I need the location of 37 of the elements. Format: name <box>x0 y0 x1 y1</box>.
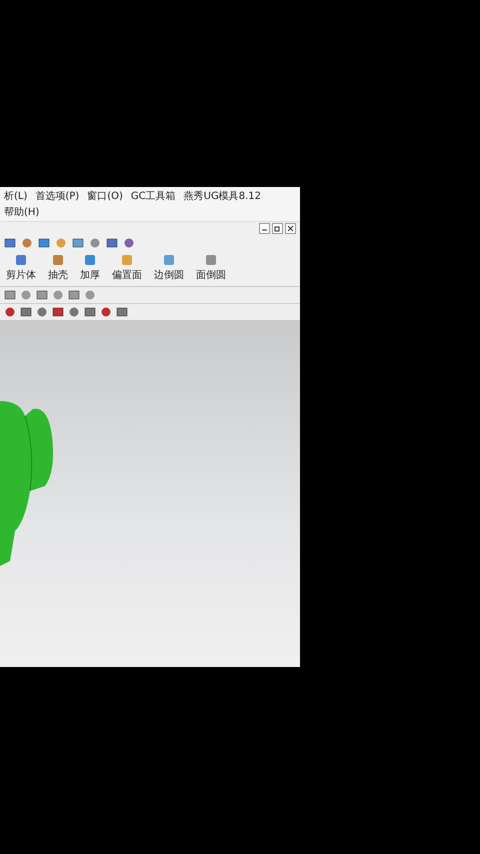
menu-item[interactable]: 首选项(P) <box>35 189 80 203</box>
toolbar-icon[interactable] <box>100 306 112 318</box>
menu-item[interactable]: GC工具箱 <box>130 189 176 203</box>
ribbon-tool-icon <box>51 253 65 267</box>
toolbar-icon[interactable] <box>36 289 48 301</box>
toolbar-icon[interactable] <box>4 289 16 301</box>
ribbon-button[interactable]: 加厚 <box>78 253 102 282</box>
close-icon[interactable] <box>285 223 296 234</box>
ribbon-tool-icon <box>120 253 134 267</box>
menu-item[interactable]: 帮助(H) <box>4 205 40 219</box>
toolbar-icon[interactable] <box>38 237 50 249</box>
toolbar-icon[interactable] <box>52 306 64 318</box>
ribbon-button[interactable]: 偏置面 <box>110 253 144 282</box>
toolbar-icon[interactable] <box>123 237 135 249</box>
toolbar-icon[interactable] <box>36 306 48 318</box>
menu-item[interactable]: 析(L) <box>4 189 28 203</box>
toolbar-icon[interactable] <box>68 289 80 301</box>
toolbar-icon[interactable] <box>68 306 80 318</box>
toolbar-icon[interactable] <box>72 237 84 249</box>
minimize-icon[interactable] <box>259 223 270 234</box>
ribbon-tool-icon <box>14 253 28 267</box>
ribbon-tool-icon <box>162 253 176 267</box>
ribbon-button[interactable]: 抽壳 <box>46 253 70 282</box>
toolbar-icon[interactable] <box>106 237 118 249</box>
toolbar-icon[interactable] <box>84 306 96 318</box>
ribbon-button[interactable]: 边倒圆 <box>152 253 186 282</box>
toolbar-icon[interactable] <box>116 306 128 318</box>
menu-item[interactable]: 窗口(O) <box>87 189 123 203</box>
ribbon-button[interactable]: 剪片体 <box>4 253 38 282</box>
ribbon-button[interactable]: 面倒圆 <box>194 253 228 282</box>
toolbar-icon[interactable] <box>4 306 16 318</box>
menu-item[interactable]: 燕秀UG模具8.12 <box>184 189 261 203</box>
restore-icon[interactable] <box>272 223 283 234</box>
ribbon-tool-icon <box>83 253 97 267</box>
ribbon-tool-icon <box>204 253 218 267</box>
toolbar-icon[interactable] <box>4 237 16 249</box>
toolbar-icon[interactable] <box>20 306 32 318</box>
